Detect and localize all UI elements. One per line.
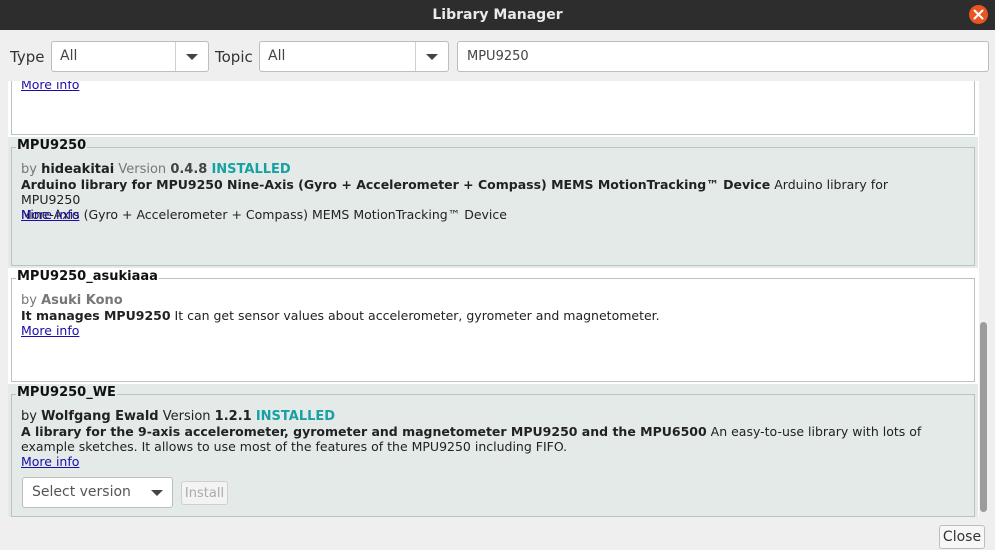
list-item[interactable]: More info (8, 81, 978, 137)
chevron-down-icon[interactable] (142, 478, 172, 507)
scrollbar-thumb[interactable] (980, 322, 987, 512)
library-name: MPU9250_WE (16, 385, 117, 400)
library-author: Asuki Kono (41, 293, 123, 308)
more-info-link[interactable]: More info (21, 207, 79, 222)
version-select-value: Select version (32, 484, 131, 500)
status-badge: INSTALLED (211, 162, 291, 177)
library-meta: by hideakitai Version 0.4.8 INSTALLED (21, 162, 291, 177)
install-button[interactable]: Install (181, 481, 228, 505)
more-info-link[interactable]: More info (21, 323, 79, 338)
chevron-down-icon[interactable] (175, 42, 208, 71)
type-label: Type (10, 48, 45, 66)
topic-label: Topic (215, 48, 253, 66)
library-meta: by Wolfgang Ewald Version 1.2.1 INSTALLE… (21, 409, 336, 424)
list-item[interactable]: MPU9250_asukiaaa by Asuki Kono It manage… (8, 268, 978, 384)
window-title: Library Manager (432, 7, 563, 23)
library-description: Arduino library for MPU9250 Nine-Axis (G… (21, 177, 888, 222)
library-description: A library for the 9-axis accelerometer, … (21, 424, 922, 454)
window-titlebar: Library Manager (0, 0, 995, 30)
library-version: 0.4.8 (170, 162, 208, 177)
filter-bar: Type All Topic All (0, 30, 995, 81)
list-item[interactable]: MPU9250 by hideakitai Version 0.4.8 INST… (8, 137, 978, 268)
library-meta: by Asuki Kono (21, 293, 123, 308)
search-input[interactable] (457, 41, 989, 72)
more-info-link[interactable]: More info (21, 454, 79, 469)
library-author: Wolfgang Ewald (41, 409, 159, 424)
library-author: hideakitai (41, 162, 115, 177)
more-info-link[interactable]: More info (21, 81, 80, 92)
version-select[interactable]: Select version (22, 477, 173, 508)
type-select-value: All (60, 48, 78, 64)
close-button[interactable]: Close (939, 525, 985, 549)
library-name: MPU9250_asukiaaa (16, 269, 159, 284)
library-name: MPU9250 (16, 138, 88, 153)
type-select[interactable]: All (51, 41, 209, 72)
library-list: More info MPU9250 by hideakitai Version … (8, 81, 979, 517)
status-badge: INSTALLED (255, 409, 336, 424)
topic-select[interactable]: All (259, 41, 449, 72)
window-close-icon[interactable] (969, 5, 988, 24)
chevron-down-icon[interactable] (415, 42, 448, 71)
library-description: It manages MPU9250 It can get sensor val… (21, 308, 660, 323)
library-version: 1.2.1 (214, 409, 252, 424)
topic-select-value: All (268, 48, 286, 64)
